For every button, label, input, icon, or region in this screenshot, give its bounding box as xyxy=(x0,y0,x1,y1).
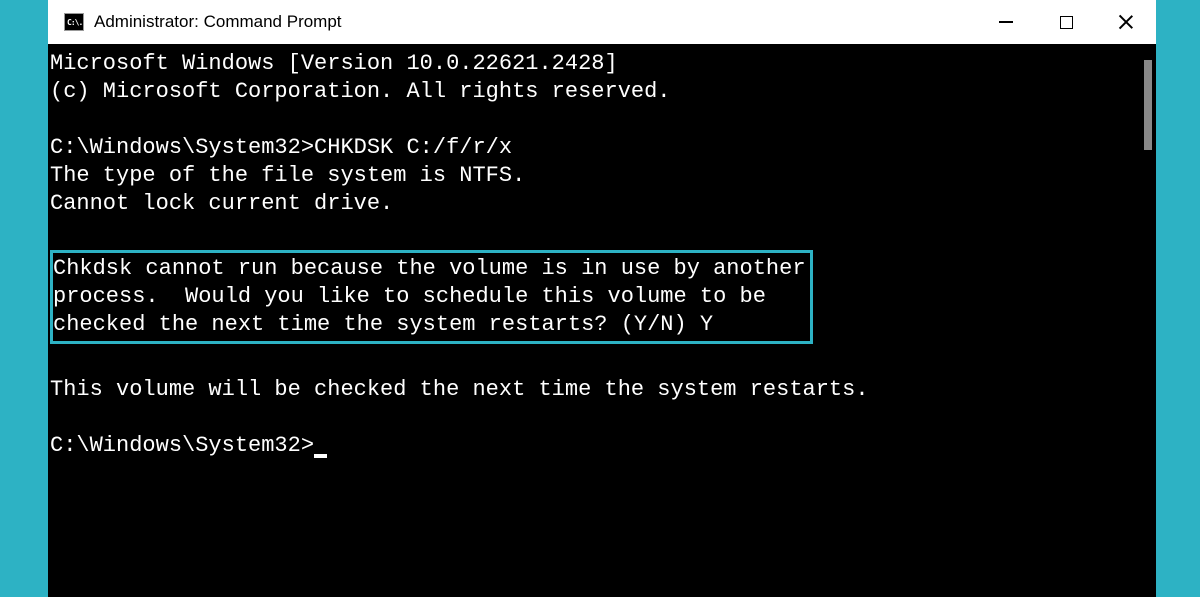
scrollbar-thumb[interactable] xyxy=(1144,60,1152,150)
prompt-line: C:\Windows\System32> xyxy=(50,432,1154,460)
copyright-line: (c) Microsoft Corporation. All rights re… xyxy=(50,78,1154,106)
schedule-confirm-line: This volume will be checked the next tim… xyxy=(50,376,1154,404)
blank-line xyxy=(50,404,1154,432)
cmd-icon: C:\. xyxy=(64,13,84,31)
blank-line xyxy=(50,348,1154,376)
highlighted-message-box: Chkdsk cannot run because the volume is … xyxy=(50,250,813,344)
chkdsk-message-line-3: checked the next time the system restart… xyxy=(53,311,806,339)
minimize-icon xyxy=(999,21,1013,23)
command-line: C:\Windows\System32>CHKDSK C:/f/r/x xyxy=(50,134,1154,162)
blank-line xyxy=(50,218,1154,246)
command-prompt-window: C:\. Administrator: Command Prompt Micro… xyxy=(48,0,1156,597)
minimize-button[interactable] xyxy=(976,0,1036,44)
titlebar-controls xyxy=(976,0,1156,44)
chkdsk-message-line-1: Chkdsk cannot run because the volume is … xyxy=(53,255,806,283)
cursor xyxy=(314,454,327,458)
version-line: Microsoft Windows [Version 10.0.22621.24… xyxy=(50,50,1154,78)
filesystem-line: The type of the file system is NTFS. xyxy=(50,162,1154,190)
window-title: Administrator: Command Prompt xyxy=(94,12,342,32)
blank-line xyxy=(50,106,1154,134)
chkdsk-message-line-2: process. Would you like to schedule this… xyxy=(53,283,806,311)
cmd-icon-label: C:\. xyxy=(67,18,82,27)
maximize-button[interactable] xyxy=(1036,0,1096,44)
prompt-text: C:\Windows\System32> xyxy=(50,433,314,458)
close-button[interactable] xyxy=(1096,0,1156,44)
titlebar-left: C:\. Administrator: Command Prompt xyxy=(64,12,342,32)
window-titlebar[interactable]: C:\. Administrator: Command Prompt xyxy=(48,0,1156,44)
lock-error-line: Cannot lock current drive. xyxy=(50,190,1154,218)
close-icon xyxy=(1118,14,1134,30)
terminal-output[interactable]: Microsoft Windows [Version 10.0.22621.24… xyxy=(48,44,1156,597)
maximize-icon xyxy=(1060,16,1073,29)
